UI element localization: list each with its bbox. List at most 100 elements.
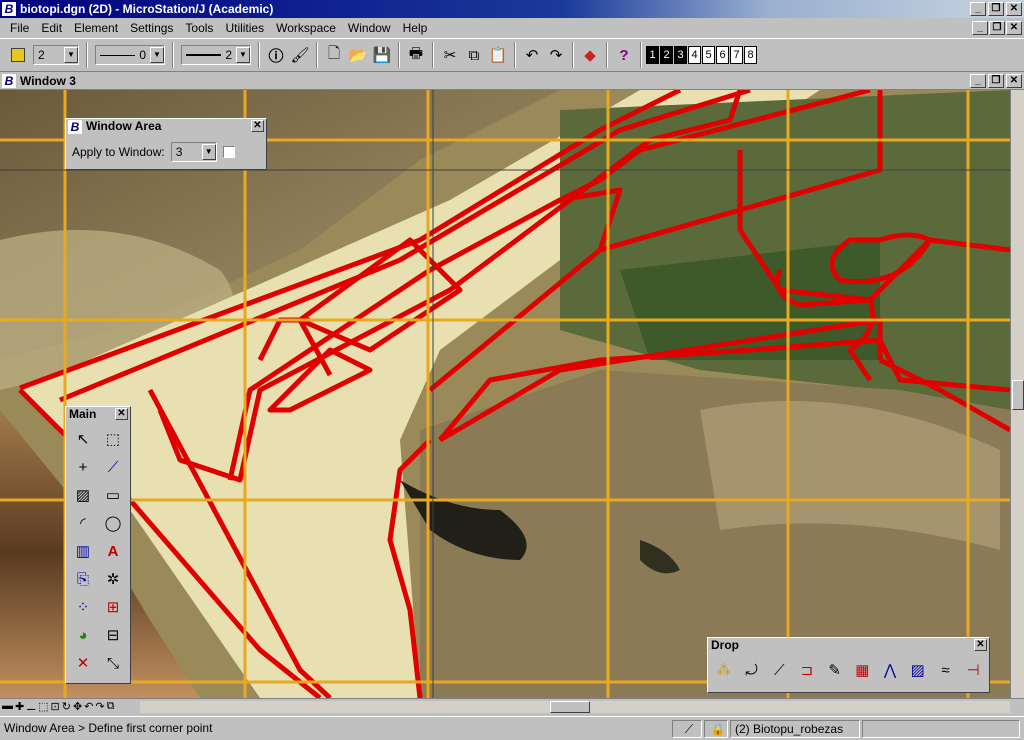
- zoom-out-icon[interactable]: ⚊: [26, 700, 36, 713]
- view-button-1[interactable]: 1: [646, 46, 659, 64]
- pattern-tool-icon[interactable]: ▨: [70, 482, 96, 508]
- menu-window[interactable]: Window: [342, 18, 397, 38]
- new-file-icon[interactable]: 🗋: [322, 43, 346, 67]
- rotate-view-icon[interactable]: ↻: [62, 700, 71, 713]
- view-button-4[interactable]: 4: [688, 46, 701, 64]
- save-icon[interactable]: 💾: [370, 43, 394, 67]
- drop-pattern-tool-icon[interactable]: ▦: [850, 657, 876, 683]
- drop-line-string-tool-icon[interactable]: ⟋: [766, 657, 792, 683]
- circle-tool-icon[interactable]: ◯: [100, 510, 126, 536]
- line-style-combo[interactable]: 0 ▼: [95, 45, 165, 65]
- change-attributes-tool-icon[interactable]: ◕: [70, 622, 96, 648]
- redo-icon[interactable]: ↷: [544, 43, 568, 67]
- minimize-button[interactable]: _: [970, 2, 986, 16]
- open-folder-icon[interactable]: 📂: [346, 43, 370, 67]
- view-previous-icon[interactable]: ↶: [84, 700, 93, 713]
- view-next-icon[interactable]: ↷: [95, 700, 104, 713]
- undo-icon[interactable]: ↶: [520, 43, 544, 67]
- view-button-2[interactable]: 2: [660, 46, 673, 64]
- copy-element-tool-icon[interactable]: ⎘: [70, 566, 96, 592]
- apply-to-window-combo[interactable]: 3 ▼: [170, 142, 217, 162]
- help-icon[interactable]: ?: [612, 43, 636, 67]
- window-area-icon[interactable]: ⬚: [38, 700, 48, 713]
- horizontal-scrollbar[interactable]: [140, 701, 1010, 713]
- drop-dimension-tool-icon[interactable]: ⊐: [794, 657, 820, 683]
- drop-association-tool-icon[interactable]: ⋀: [877, 657, 903, 683]
- copy-icon[interactable]: ⧉: [462, 43, 486, 67]
- scale-tool-icon[interactable]: ⤡: [100, 650, 126, 676]
- view-close-button[interactable]: ✕: [1006, 74, 1022, 88]
- element-info-icon[interactable]: ⓘ: [264, 43, 288, 67]
- attributes-paint-icon[interactable]: 🖌: [288, 43, 312, 67]
- chevron-down-icon: ▼: [201, 144, 216, 160]
- point-tool-icon[interactable]: +: [70, 454, 96, 480]
- drop-hatch-tool-icon[interactable]: ▨: [905, 657, 931, 683]
- copy-view-icon[interactable]: ⧉: [107, 700, 115, 713]
- close-icon[interactable]: ✕: [974, 639, 987, 651]
- close-icon[interactable]: ✕: [115, 408, 128, 420]
- main-palette-titlebar[interactable]: Main ✕: [66, 407, 130, 422]
- drop-palette-titlebar[interactable]: Drop ✕: [708, 638, 989, 653]
- mdi-restore-button[interactable]: ❐: [989, 21, 1005, 35]
- menu-tools[interactable]: Tools: [179, 18, 219, 38]
- view-restore-button[interactable]: ❐: [988, 74, 1004, 88]
- group-tool-icon[interactable]: ⊟: [100, 622, 126, 648]
- view-button-3[interactable]: 3: [674, 46, 687, 64]
- text-tool-icon[interactable]: A: [100, 538, 126, 564]
- menu-utilities[interactable]: Utilities: [219, 18, 270, 38]
- drop-text-tool-icon[interactable]: ✎: [822, 657, 848, 683]
- level-combo[interactable]: 2 ▼: [33, 45, 79, 65]
- zoom-in-icon[interactable]: ✚: [15, 700, 24, 713]
- menu-edit[interactable]: Edit: [35, 18, 68, 38]
- cut-icon[interactable]: ✂: [438, 43, 462, 67]
- view-button-7[interactable]: 7: [730, 46, 743, 64]
- measure-tool-icon[interactable]: ⁘: [70, 594, 96, 620]
- line-weight-combo[interactable]: 2 ▼: [181, 45, 251, 65]
- horizontal-scrollbar-thumb[interactable]: [550, 701, 590, 713]
- vertical-scrollbar-thumb[interactable]: [1012, 380, 1024, 410]
- close-icon[interactable]: ✕: [251, 120, 264, 132]
- dimension-tool-icon[interactable]: ⊞: [100, 594, 126, 620]
- drop-fence-tool-icon[interactable]: ⊣: [960, 657, 986, 683]
- drop-complex-tool-icon[interactable]: ⤾: [739, 657, 765, 683]
- paste-icon[interactable]: 📋: [486, 43, 510, 67]
- pan-view-icon[interactable]: ✥: [73, 700, 82, 713]
- polygon-tool-icon[interactable]: ▭: [100, 482, 126, 508]
- view-button-6[interactable]: 6: [716, 46, 729, 64]
- fit-view-icon[interactable]: ⊡: [51, 700, 60, 713]
- menu-file[interactable]: File: [4, 18, 35, 38]
- mdi-close-button[interactable]: ✕: [1006, 21, 1022, 35]
- restore-button[interactable]: ❐: [988, 2, 1004, 16]
- menu-settings[interactable]: Settings: [124, 18, 179, 38]
- line-style-value: 0: [139, 48, 146, 62]
- toolbar-separator: [86, 42, 88, 68]
- close-button[interactable]: ✕: [1006, 2, 1022, 16]
- element-selection-tool-icon[interactable]: ↖: [70, 426, 96, 452]
- active-color-button[interactable]: [6, 43, 30, 67]
- cell-tool-icon[interactable]: ▥: [70, 538, 96, 564]
- menu-workspace[interactable]: Workspace: [270, 18, 342, 38]
- view-button-5[interactable]: 5: [702, 46, 715, 64]
- view-canvas[interactable]: B Window Area ✕ Apply to Window: 3 ▼ Mai…: [0, 90, 1010, 698]
- line-tool-icon[interactable]: ⟋: [100, 454, 126, 480]
- window-area-titlebar[interactable]: B Window Area ✕: [66, 119, 266, 134]
- mdi-minimize-button[interactable]: _: [972, 21, 988, 35]
- bentley-link-icon[interactable]: ◆: [578, 43, 602, 67]
- update-view-icon[interactable]: ▬: [2, 700, 13, 713]
- menu-element[interactable]: Element: [68, 18, 124, 38]
- arc-tool-icon[interactable]: ◜: [70, 510, 96, 536]
- lock-icon[interactable]: 🔒: [704, 720, 728, 738]
- view-button-8[interactable]: 8: [744, 46, 757, 64]
- apply-to-window-checkbox[interactable]: [222, 146, 235, 158]
- snap-mode-icon[interactable]: ⟋: [672, 720, 702, 738]
- delete-tool-icon[interactable]: ✕: [70, 650, 96, 676]
- vertical-scrollbar[interactable]: [1010, 90, 1024, 698]
- rotate-tool-icon[interactable]: ✲: [100, 566, 126, 592]
- drop-multiline-tool-icon[interactable]: ≈: [933, 657, 959, 683]
- print-icon[interactable]: 🖶: [404, 43, 428, 67]
- fence-tool-icon[interactable]: ⬚: [100, 426, 126, 452]
- drop-element-tool-icon[interactable]: ⁂: [711, 657, 737, 683]
- menu-help[interactable]: Help: [397, 18, 434, 38]
- active-level-indicator[interactable]: (2) Biotopu_robezas: [730, 720, 860, 738]
- view-minimize-button[interactable]: _: [970, 74, 986, 88]
